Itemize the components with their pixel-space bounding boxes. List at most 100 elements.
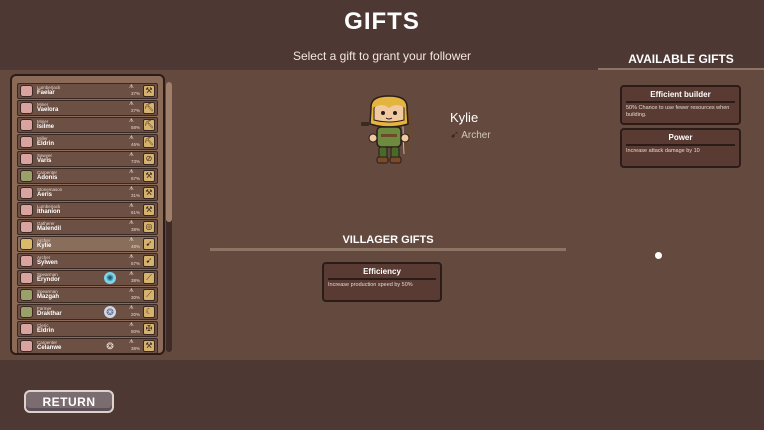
bow-icon: ➹ <box>450 129 460 141</box>
follower-row[interactable]: Farmer Drakthar ❂ ᗑ 20% ☾ <box>17 304 158 320</box>
avatar <box>20 306 33 318</box>
stat-icon: ᗑ <box>129 152 134 158</box>
cursor-dot <box>655 252 662 259</box>
follower-row-name: Isilme <box>37 124 55 130</box>
page-title: GIFTS <box>344 8 420 35</box>
follower-row[interactable]: Miller Eldrin ᗑ 46% ⛏ <box>17 134 158 150</box>
status-badge-icon: ✺ <box>104 272 116 284</box>
follower-percent: 38% <box>130 278 140 283</box>
avatar <box>20 289 33 301</box>
follower-row-name: Malendil <box>37 226 62 232</box>
follower-percent: 58% <box>130 125 140 130</box>
stat-icon: ᗑ <box>129 169 134 175</box>
villager-gifts-divider <box>210 248 566 251</box>
spear-icon: ⟋ <box>143 289 155 301</box>
available-gifts-title: AVAILABLE GIFTS <box>628 52 734 66</box>
stat-icon: ᗑ <box>129 254 134 260</box>
follower-percent: 73% <box>130 159 140 164</box>
avatar <box>20 153 33 165</box>
return-button[interactable]: RETURN <box>24 390 114 413</box>
gift-card-power[interactable]: Power Increase attack damage by 10 <box>620 128 741 168</box>
avatar <box>20 204 33 216</box>
stat-icon: ᗑ <box>129 271 134 277</box>
avatar <box>20 272 33 284</box>
avatar <box>20 136 33 148</box>
follower-row-name: Celanwe <box>37 345 62 351</box>
follower-list-scrollbar[interactable] <box>166 82 172 352</box>
gift-card-description: Increase attack damage by 10 <box>626 148 700 154</box>
stat-icon: ᗑ <box>129 220 134 226</box>
follower-class: ➹ Archer <box>450 128 491 141</box>
avatar <box>20 187 33 199</box>
gift-card-title: Efficient builder <box>650 90 711 99</box>
follower-row[interactable]: Carpenter Adonis ᗑ 67% ⚒ <box>17 168 158 184</box>
hammer-icon: ⚒ <box>143 340 155 352</box>
follower-percent: 38% <box>130 227 140 232</box>
bow-icon: ➹ <box>143 238 155 250</box>
stat-icon: ᗑ <box>129 84 134 90</box>
axe-icon: ⚒ <box>143 85 155 97</box>
follower-percent: 27% <box>130 108 140 113</box>
follower-row-name: Eryndor <box>37 277 61 283</box>
scythe-icon: ☾ <box>143 306 155 318</box>
follower-row[interactable]: Miner Vaelora ᗑ 27% ⛏ <box>17 100 158 116</box>
avatar <box>20 170 33 182</box>
follower-row[interactable]: Lumberjack Ithanion ᗑ 61% ⚒ <box>17 202 158 218</box>
follower-row-name: Faelar <box>37 90 55 96</box>
follower-row[interactable]: Sawyer Varis ᗑ 73% ⊘ <box>17 151 158 167</box>
follower-row[interactable]: Stonemason Aeris ᗑ 31% ⚒ <box>17 185 158 201</box>
pickaxe-icon: ⛏ <box>143 119 155 131</box>
stat-icon: ᗑ <box>129 101 134 107</box>
follower-class-label: Archer <box>461 130 491 141</box>
gift-card-efficiency[interactable]: Efficiency Increase production speed by … <box>322 262 442 302</box>
follower-row[interactable]: Spearman Eryndor ✺ ᗑ 38% ⟋ <box>17 270 158 286</box>
stat-icon: ᗑ <box>129 203 134 209</box>
stat-icon: ᗑ <box>129 288 134 294</box>
follower-row-name: Drakthar <box>37 311 62 317</box>
follower-row[interactable]: Archer Sylwen ᗑ 57% ➹ <box>17 253 158 269</box>
follower-percent: 37% <box>130 91 140 96</box>
status-badge-icon: ❂ <box>104 306 116 318</box>
follower-name: Kylie <box>450 110 479 125</box>
follower-percent: 30% <box>130 295 140 300</box>
gift-card-description: 50% Chance to use fewer resources when b… <box>626 105 730 118</box>
follower-percent: 20% <box>130 312 140 317</box>
follower-list: Lumberjack Faelar ᗑ 37% ⚒ Miner Vaelora ᗑ 27% ⛏ Mi… <box>10 74 165 355</box>
follower-percent: 38% <box>130 346 140 351</box>
follower-row[interactable]: Cleric Eldrin ᗑ 50% ✠ <box>17 321 158 337</box>
follower-row[interactable]: Gatherer Malendil ᗑ 38% ◎ <box>17 219 158 235</box>
avatar <box>20 323 33 335</box>
follower-row-name: Eldrin <box>37 328 55 334</box>
follower-row[interactable]: Miner Isilme ᗑ 58% ⛏ <box>17 117 158 133</box>
follower-percent: 48% <box>130 244 140 249</box>
gift-card-description: Increase production speed by 50% <box>328 282 413 288</box>
follower-row-name: Ithanion <box>37 209 61 215</box>
follower-row[interactable]: Spearman Mazgah ᗑ 30% ⟋ <box>17 287 158 303</box>
stat-icon: ᗑ <box>129 135 134 141</box>
gift-card-efficient-builder[interactable]: Efficient builder 50% Chance to use fewe… <box>620 85 741 125</box>
follower-percent: 46% <box>130 142 140 147</box>
status-badge-icon: ❂ <box>106 341 114 351</box>
avatar <box>20 221 33 233</box>
stat-icon: ᗑ <box>129 237 134 243</box>
avatar <box>20 340 33 352</box>
follower-percent: 50% <box>130 329 140 334</box>
pickaxe-icon: ⛏ <box>143 102 155 114</box>
avatar <box>20 238 33 250</box>
pickaxe-icon: ⛏ <box>143 136 155 148</box>
hammer-icon: ⚒ <box>143 187 155 199</box>
axe-icon: ⚒ <box>143 204 155 216</box>
saw-icon: ⊘ <box>143 153 155 165</box>
follower-row-name: Mazgah <box>37 294 60 300</box>
follower-row[interactable]: Archer Kylie ᗑ 48% ➹ <box>17 236 158 252</box>
follower-row-name: Adonis <box>37 175 58 181</box>
follower-row[interactable]: Carpenter Celanwe ❂ ᗑ 38% ⚒ <box>17 338 158 353</box>
avatar <box>20 102 33 114</box>
follower-row[interactable]: Lumberjack Faelar ᗑ 37% ⚒ <box>17 83 158 99</box>
scrollbar-thumb[interactable] <box>166 82 172 222</box>
follower-row-name: Sylwen <box>37 260 58 266</box>
follower-portrait <box>361 95 412 164</box>
hammer-icon: ⚒ <box>143 170 155 182</box>
stat-icon: ᗑ <box>129 339 134 345</box>
follower-row-name: Eldrin <box>37 141 55 147</box>
